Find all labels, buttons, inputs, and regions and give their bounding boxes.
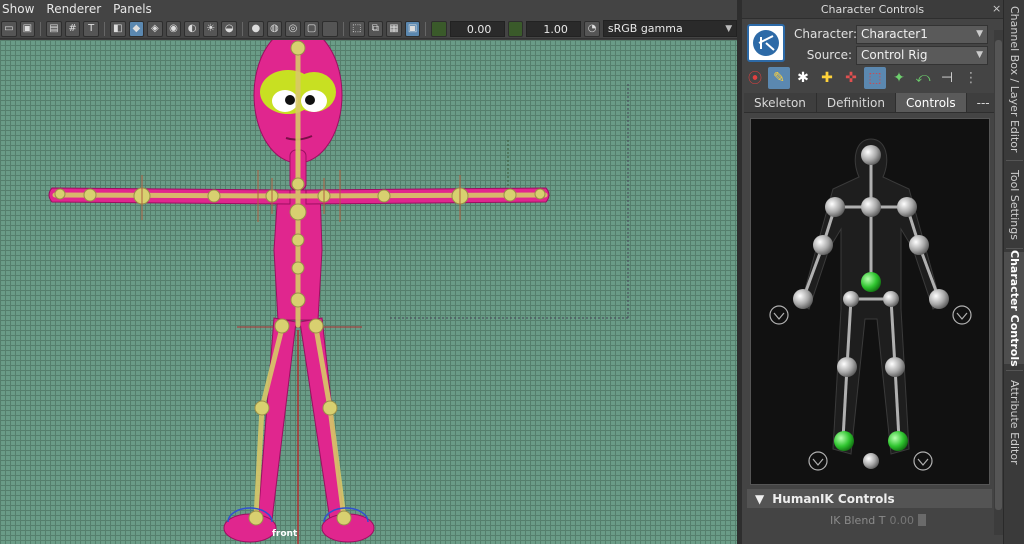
camera-label: front bbox=[272, 529, 298, 539]
pin-icon[interactable]: ✎ bbox=[768, 67, 790, 89]
mirror-icon[interactable]: ⋮ bbox=[960, 67, 982, 89]
image-plane-icon[interactable]: ▤ bbox=[46, 20, 62, 37]
humanik-controls-section[interactable]: ▼ HumanIK Controls bbox=[747, 489, 992, 508]
ik-blend-row: IK Blend T 0.00 bbox=[830, 512, 926, 528]
chevron-down-icon: ▼ bbox=[725, 23, 733, 34]
tab-character-controls-label: Character Controls bbox=[1008, 249, 1021, 367]
humanik-figure-view[interactable] bbox=[750, 118, 990, 485]
expand-hand-icons[interactable] bbox=[769, 305, 972, 471]
viewport-menubar: Show Renderer Panels bbox=[0, 0, 737, 19]
toolbar-divider bbox=[343, 21, 344, 36]
humanik-logo[interactable] bbox=[747, 24, 785, 62]
text-icon[interactable]: T bbox=[83, 20, 99, 37]
source-select[interactable]: Control Rig ▼ bbox=[856, 45, 988, 65]
character-scene: front bbox=[48, 40, 629, 544]
character-value: Character1 bbox=[861, 27, 928, 41]
scrollbar-thumb[interactable] bbox=[995, 40, 1002, 510]
ik-blend-field[interactable]: 0.00 bbox=[890, 514, 915, 527]
toolbar-divider bbox=[242, 21, 244, 36]
side-tab-strip: Channel Box / Layer Editor Tool Settings… bbox=[1003, 0, 1024, 544]
tab-divider bbox=[1006, 160, 1023, 161]
humanik-toolbar: ⦿ ✎ ✱ ✚ ✜ ⬚ ✦ ⤺ ⊣ ⋮ bbox=[744, 66, 1001, 90]
key-icon[interactable]: ✦ bbox=[888, 67, 910, 89]
camera-icon[interactable]: ▭ bbox=[1, 20, 17, 37]
color-management-icon[interactable]: ◔ bbox=[584, 20, 600, 37]
chevron-down-icon: ▼ bbox=[976, 29, 983, 39]
tab-channel-box-label: Channel Box / Layer Editor bbox=[1008, 5, 1021, 153]
motion-blur-icon[interactable]: ◎ bbox=[285, 20, 301, 37]
menu-show[interactable]: Show bbox=[0, 0, 42, 19]
full-body-icon[interactable]: ⦿ bbox=[744, 67, 766, 89]
blank-icon[interactable] bbox=[322, 20, 338, 37]
tab-skeleton[interactable]: Skeleton bbox=[744, 93, 817, 112]
panel-title: Character Controls bbox=[742, 0, 1003, 19]
shadows-icon[interactable]: ◒ bbox=[221, 20, 238, 37]
frame-selected-icon[interactable]: ▦ bbox=[386, 20, 402, 37]
character-row: Character: Character1 ▼ bbox=[794, 24, 988, 44]
gamma-field[interactable]: 1.00 bbox=[526, 20, 582, 37]
tab-divider bbox=[1006, 370, 1023, 371]
tab-channel-box[interactable]: Channel Box / Layer Editor bbox=[1004, 4, 1024, 154]
left-pupil bbox=[285, 95, 295, 105]
figure-representation bbox=[769, 138, 972, 471]
body-part-icon[interactable]: ✚ bbox=[816, 67, 838, 89]
toolbar-divider bbox=[103, 21, 105, 36]
color-management-select[interactable]: sRGB gamma ▼ bbox=[602, 20, 738, 37]
viewport-panel[interactable]: Show Renderer Panels ▭ ▣ ▤ # T ◧ ◆ ◈ ◉ ◐… bbox=[0, 0, 738, 544]
toolbar-divider bbox=[40, 21, 42, 36]
viewport-toolbar: ▭ ▣ ▤ # T ◧ ◆ ◈ ◉ ◐ ☀ ◒ ● ◍ ◎ ▢ ⬚ ⧉ ▦ ▣ … bbox=[0, 19, 738, 39]
menu-renderer[interactable]: Renderer bbox=[42, 0, 109, 19]
tab-attribute-editor-label: Attribute Editor bbox=[1008, 379, 1021, 465]
pull-icon[interactable]: ⤺ bbox=[912, 67, 934, 89]
character-select[interactable]: Character1 ▼ bbox=[856, 24, 988, 44]
select-effectors-icon[interactable]: ⬚ bbox=[864, 67, 886, 89]
tab-attribute-editor[interactable]: Attribute Editor bbox=[1004, 376, 1024, 468]
character-label: Character: bbox=[794, 27, 858, 41]
panel-scrollbar[interactable] bbox=[994, 30, 1003, 535]
tab-tool-settings-label: Tool Settings bbox=[1008, 170, 1021, 240]
lights-icon[interactable]: ☀ bbox=[202, 20, 219, 37]
skeleton-icon[interactable]: ✱ bbox=[792, 67, 814, 89]
bookmark-icon[interactable]: ▣ bbox=[19, 20, 36, 37]
ik-blend-slider[interactable] bbox=[917, 514, 926, 526]
right-pupil bbox=[305, 95, 315, 105]
antialias-icon[interactable]: ▢ bbox=[303, 20, 320, 37]
select-icon[interactable]: ⬚ bbox=[348, 20, 365, 37]
source-label: Source: bbox=[806, 48, 852, 62]
tab-tool-settings[interactable]: Tool Settings bbox=[1004, 166, 1024, 244]
resolution-gate-icon[interactable]: ▣ bbox=[404, 20, 421, 37]
exposure-field[interactable]: 0.00 bbox=[449, 20, 505, 37]
ssao-icon[interactable]: ◍ bbox=[266, 20, 283, 37]
grid-icon[interactable]: # bbox=[64, 20, 81, 37]
fk-icon[interactable]: ✜ bbox=[840, 67, 862, 89]
smooth-shade-icon[interactable]: ◉ bbox=[165, 20, 182, 37]
viewport-scene[interactable]: front bbox=[0, 40, 737, 544]
skeleton-bones bbox=[52, 43, 548, 521]
toolbar-divider bbox=[425, 21, 427, 36]
tab-character-controls[interactable]: Character Controls bbox=[1004, 249, 1024, 367]
menu-panels[interactable]: Panels bbox=[109, 0, 160, 19]
close-icon[interactable]: × bbox=[992, 2, 1002, 16]
collapse-arrow-icon: ▼ bbox=[755, 491, 765, 506]
character-controls-panel: Character Controls × Character: Characte… bbox=[742, 0, 1003, 544]
source-value: Control Rig bbox=[861, 48, 928, 62]
humanik-tabs: Skeleton Definition Controls --- bbox=[744, 93, 1001, 113]
textured-icon[interactable]: ◐ bbox=[184, 20, 200, 37]
gamma-icon[interactable] bbox=[507, 20, 524, 37]
ik-blend-label: IK Blend T bbox=[830, 513, 886, 527]
isolate-icon[interactable]: ● bbox=[248, 20, 264, 37]
tab-controls[interactable]: Controls bbox=[896, 93, 967, 112]
frame-all-icon[interactable]: ⧉ bbox=[367, 20, 384, 37]
exposure-icon[interactable] bbox=[431, 20, 447, 37]
color-management-value: sRGB gamma bbox=[607, 22, 683, 35]
wireframe-icon[interactable]: ◈ bbox=[147, 20, 163, 37]
chevron-down-icon: ▼ bbox=[976, 50, 983, 60]
xray-icon[interactable]: ◧ bbox=[109, 20, 126, 37]
tab-definition[interactable]: Definition bbox=[816, 93, 896, 112]
section-title: HumanIK Controls bbox=[772, 491, 895, 506]
cube-icon[interactable]: ◆ bbox=[128, 20, 145, 37]
source-row: Source: Control Rig ▼ bbox=[794, 45, 988, 65]
release-icon[interactable]: ⊣ bbox=[936, 67, 958, 89]
